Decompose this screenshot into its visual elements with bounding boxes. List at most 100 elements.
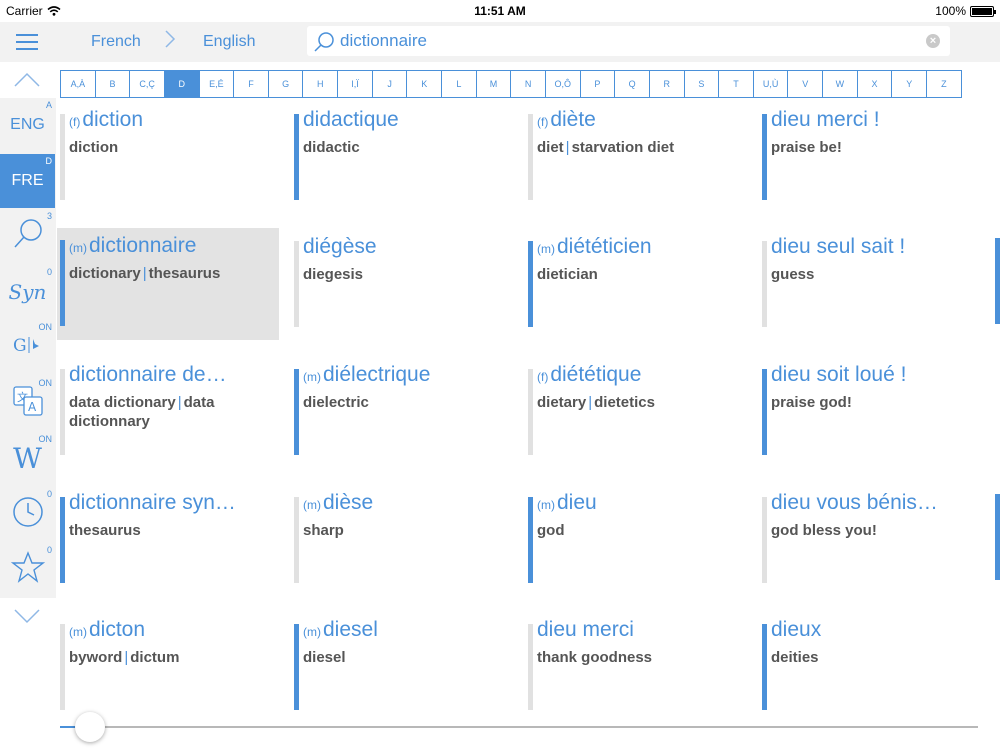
chevron-right-icon <box>164 30 176 54</box>
scroll-up-chevron-icon[interactable] <box>13 70 41 90</box>
sidebar-item-google-bing[interactable]: G ON <box>0 320 55 374</box>
entry-headword: (m)dictionnaire <box>69 234 275 258</box>
entry-cell[interactable]: dictionnaire de… data dictionary | data dic… <box>57 357 279 467</box>
status-bar: Carrier 11:51 AM 100% <box>0 0 1000 22</box>
sidebar-item-syn[interactable]: Syn 0 <box>0 265 55 319</box>
entry-cell[interactable]: diégèse diegesis <box>291 229 513 339</box>
entry-cell[interactable]: (f)diction diction <box>57 102 279 212</box>
alphabet-tab[interactable]: B <box>94 70 131 98</box>
battery-info: 100% <box>935 4 996 18</box>
entry-word: dièse <box>323 491 374 514</box>
entry-cell[interactable]: dictionnaire syn… thesaurus <box>57 485 279 595</box>
alphabet-tab[interactable]: Y <box>891 70 928 98</box>
entry-cell[interactable]: (m)diététicien dietician <box>525 229 747 339</box>
slider-thumb[interactable] <box>75 712 105 742</box>
sidebar-item-history[interactable]: 0 <box>0 487 55 541</box>
entry-word: diégèse <box>303 235 377 258</box>
entry-translations: dictionary | thesaurus <box>69 264 273 283</box>
sidebar-item-eng[interactable]: ENG A <box>0 98 55 152</box>
entry-marker-bar <box>294 624 299 710</box>
entry-word: diététicien <box>557 235 652 258</box>
sidebar-item-wikipedia[interactable]: W ON <box>0 432 55 486</box>
scroll-down-chevron-icon[interactable] <box>13 606 41 626</box>
entry-headword: (f)diététique <box>537 363 743 387</box>
entry-translations: deities <box>771 648 975 667</box>
alphabet-tab[interactable]: F <box>233 70 269 98</box>
sidebar-item-translate[interactable]: 文 A ON <box>0 376 55 430</box>
alphabet-tab[interactable]: N <box>510 70 546 98</box>
hamburger-icon[interactable] <box>16 30 40 54</box>
entry-gender: (m) <box>303 625 321 639</box>
entry-marker-bar <box>528 497 533 583</box>
wikipedia-icon: W <box>13 442 42 476</box>
entry-marker-bar <box>762 114 767 200</box>
alphabet-tab[interactable]: L <box>441 70 477 98</box>
translation-text: dietary <box>537 394 587 411</box>
alphabet-tab[interactable]: G <box>267 70 304 98</box>
entry-cell[interactable]: didactique didactic <box>291 102 513 212</box>
alphabet-tab[interactable]: T <box>718 70 754 98</box>
entry-headword: dieu merci <box>537 618 743 642</box>
alphabet-tab[interactable]: O,Ô <box>544 70 581 98</box>
entry-marker-bar <box>60 369 65 455</box>
alphabet-tab[interactable]: C,Ç <box>129 70 165 98</box>
entry-cell[interactable]: dieu merci ! praise be! <box>759 102 981 212</box>
alphabet-tab[interactable]: K <box>406 70 443 98</box>
entry-word: dieu merci <box>537 618 634 641</box>
entry-cell[interactable]: (f)diète diet | starvation diet <box>525 102 747 212</box>
source-language-button[interactable]: French <box>91 33 141 51</box>
slider-track[interactable] <box>88 726 978 728</box>
alphabet-tab[interactable]: E,É <box>198 70 235 98</box>
entry-cell[interactable]: dieu seul sait ! guess <box>759 229 981 339</box>
alphabet-tab[interactable]: V <box>787 70 824 98</box>
search-input[interactable] <box>340 30 910 52</box>
entry-headword: (m)dieu <box>537 491 743 515</box>
clear-search-icon[interactable]: × <box>926 34 940 48</box>
alphabet-tab[interactable]: A,À <box>60 70 96 98</box>
entry-cell[interactable]: dieu soit loué ! praise god! <box>759 357 981 467</box>
app-window: Carrier 11:51 AM 100% French English dic… <box>0 0 1000 750</box>
translation-text: thesaurus <box>69 522 141 539</box>
entry-translations: diction <box>69 138 273 157</box>
entry-cell[interactable]: (m)dictionnaire dictionary | thesaurus <box>57 228 279 340</box>
alphabet-tab[interactable]: R <box>648 70 685 98</box>
alphabet-tab[interactable]: J <box>371 70 408 98</box>
entry-cell[interactable]: dieux deities <box>759 612 981 722</box>
entry-translations: dietician <box>537 265 741 284</box>
entry-cell[interactable]: (f)diététique dietary | dietetics <box>525 357 747 467</box>
entry-cell[interactable]: (m)diélectrique dielectric <box>291 357 513 467</box>
alphabet-tab[interactable]: Z <box>926 70 962 98</box>
sidebar-item-fre[interactable]: FRE D <box>0 153 55 208</box>
entry-gender: (f) <box>69 115 81 129</box>
entry-word: dictionnaire syn… <box>69 491 236 514</box>
entry-cell[interactable]: dieu vous bénis… god bless you! <box>759 485 981 595</box>
entry-cell[interactable]: (m)dicton byword | dictum <box>57 612 279 722</box>
translation-separator: | <box>588 394 593 411</box>
alphabet-tab[interactable]: W <box>822 70 858 98</box>
entry-marker-bar <box>60 240 65 326</box>
entry-translations: dielectric <box>303 393 507 412</box>
alphabet-tab[interactable]: U,Ù <box>752 70 789 98</box>
alphabet-tab[interactable]: H <box>302 70 339 98</box>
entry-cell[interactable]: dieu merci thank goodness <box>525 612 747 722</box>
alphabet-tab[interactable]: Q <box>614 70 650 98</box>
entry-word: diététique <box>550 363 642 386</box>
synonyms-icon: Syn <box>8 279 47 304</box>
sidebar-item-star[interactable]: 0 <box>0 543 55 597</box>
target-language-button[interactable]: English <box>203 33 255 51</box>
alphabet-tab[interactable]: P <box>579 70 616 98</box>
entry-cell[interactable]: (m)diesel diesel <box>291 612 513 722</box>
entry-marker-bar <box>60 114 65 200</box>
entry-headword: dictionnaire de… <box>69 363 275 387</box>
sidebar-item-search[interactable]: 3 <box>0 209 55 263</box>
alphabet-tab[interactable]: D <box>163 70 200 98</box>
alphabet-tab[interactable]: M <box>475 70 512 98</box>
entry-cell[interactable]: (m)dieu god <box>525 485 747 595</box>
entry-cell[interactable]: (m)dièse sharp <box>291 485 513 595</box>
google-bing-icon: G <box>11 334 45 361</box>
alphabet-tab[interactable]: X <box>856 70 893 98</box>
alphabet-tab[interactable]: I,Ï <box>337 70 373 98</box>
entry-marker-bar <box>528 624 533 710</box>
alphabet-tab[interactable]: S <box>683 70 720 98</box>
entry-marker-bar <box>762 241 767 327</box>
